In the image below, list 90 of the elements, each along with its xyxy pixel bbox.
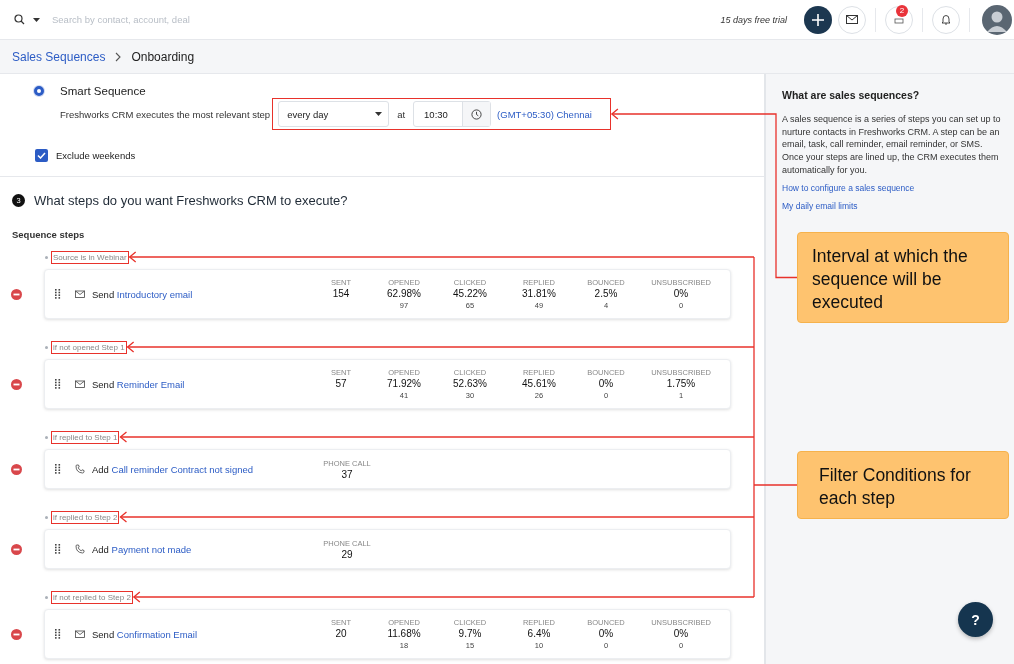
stat-value: 0% [673,288,689,299]
frequency-dropdown[interactable]: every day [278,101,390,127]
bullet-dot [45,255,48,259]
stat-value: 45.61% [522,378,556,389]
bullet-dot [45,595,48,599]
avatar[interactable] [982,4,1012,35]
help-link[interactable]: How to configure a sales sequence [782,182,1006,193]
stat-value: 9.7% [458,628,482,639]
notifications-button[interactable]: 2 [885,5,913,34]
option-description: Freshworks CRM executes the most relevant step [60,108,271,120]
step-link[interactable]: Call reminder Contract not signed [111,463,254,475]
stat-value: 37 [341,468,353,480]
step-link[interactable]: Introductory email [116,288,193,300]
remove-icon[interactable] [11,628,22,640]
bullet-dot [45,435,48,439]
stat-value: 29 [341,548,353,560]
filter-condition: if not opened Step 1 [51,340,127,354]
chevron-right-icon [115,51,122,62]
step-link[interactable]: Confirmation Email [116,628,198,640]
drag-handle-icon[interactable] [55,379,61,389]
stat-value: 0% [598,378,614,389]
plus-icon [812,13,824,26]
remove-icon[interactable] [11,288,22,300]
step-title: Send Introductory email [92,288,194,300]
phone-icon [75,544,85,554]
bullet-dot [45,345,48,349]
at-label: at [397,108,406,120]
step-link[interactable]: Payment not made [111,543,192,555]
help-text: A sales sequence is a series of steps you can set up to nurture contacts in Freshworks CRM. A step can be an email, task, call reminder, email reminder, or SMS. Once your steps are lined up, the CRM executes them automatically for you. [782,113,1002,177]
envelope-icon [75,289,85,299]
drag-handle-icon[interactable] [55,289,61,299]
bell-icon [941,14,951,25]
timezone-link[interactable]: (GMT+05:30) Chennai [497,108,592,120]
breadcrumb-current: Onboarding [131,49,195,64]
stat-value: 52.63% [453,378,487,389]
drag-handle-icon[interactable] [55,464,61,474]
stat-value: 11.68% [387,628,421,639]
add-button[interactable] [804,5,832,34]
envelope-icon [75,629,85,639]
stat-value: 0% [598,628,614,639]
drag-handle-icon[interactable] [55,629,61,639]
stat-value: 6.4% [527,628,551,639]
stat-value: 1.75% [666,378,696,389]
drag-handle-icon[interactable] [55,544,61,554]
help-link[interactable]: My daily email limits [782,200,1006,211]
stat-value: 0% [673,628,689,639]
smart-sequence-radio[interactable] [34,86,44,96]
stat-value: 62.98% [387,288,421,299]
step-title: Send Confirmation Email [92,628,199,640]
filter-condition: Source is in Webinar [51,250,129,264]
envelope-icon [846,15,858,24]
trial-notice: 15 days free trial [720,14,787,25]
stat-value: 20 [335,628,347,639]
section-heading: What steps do you want Freshworks CRM to execute? [34,193,348,208]
exclude-weekends-checkbox[interactable] [35,149,48,162]
step-link[interactable]: Reminder Email [116,378,185,390]
filter-condition: if not replied to Step 2 [51,590,133,604]
stat-value: 2.5% [594,288,618,299]
help-title: What are sales sequences? [782,89,921,101]
checkbox-label: Exclude weekends [56,150,136,161]
steps-label: Sequence steps [12,229,86,240]
filter-condition: if replied to Step 2 [51,510,120,524]
remove-icon[interactable] [11,378,22,390]
remove-icon[interactable] [11,463,22,475]
notification-badge: 2 [896,4,908,17]
stat-value: 154 [332,288,350,299]
mail-button[interactable] [838,5,866,34]
breadcrumb-link[interactable]: Sales Sequences [12,49,106,64]
annotation-callout: Filter Conditions for each step [797,451,1009,519]
bullet-dot [45,515,48,519]
filter-condition: if replied to Step 1 [51,430,120,444]
clock-button[interactable] [462,102,491,126]
stat-value: 71.92% [387,378,421,389]
step-title: Add Call reminder Contract not signed [92,463,255,475]
envelope-icon [75,379,85,389]
annotation-callout: Interval at which the sequence will be executed [797,232,1009,323]
caret-icon[interactable] [33,17,40,22]
inbox-icon [894,15,904,24]
remove-icon[interactable] [11,543,22,555]
step-title: Send Reminder Email [92,378,186,390]
stat-value: 57 [335,378,347,389]
stat-value: 45.22% [453,288,487,299]
caret-icon [375,112,383,116]
clock-icon [471,108,483,120]
search-icon[interactable] [14,14,25,25]
option-title: Smart Sequence [60,85,146,97]
time-field[interactable]: 10:30 [413,101,492,127]
step-title: Add Payment not made [92,543,193,555]
stat-value: 31.81% [522,288,556,299]
phone-icon [75,464,85,474]
